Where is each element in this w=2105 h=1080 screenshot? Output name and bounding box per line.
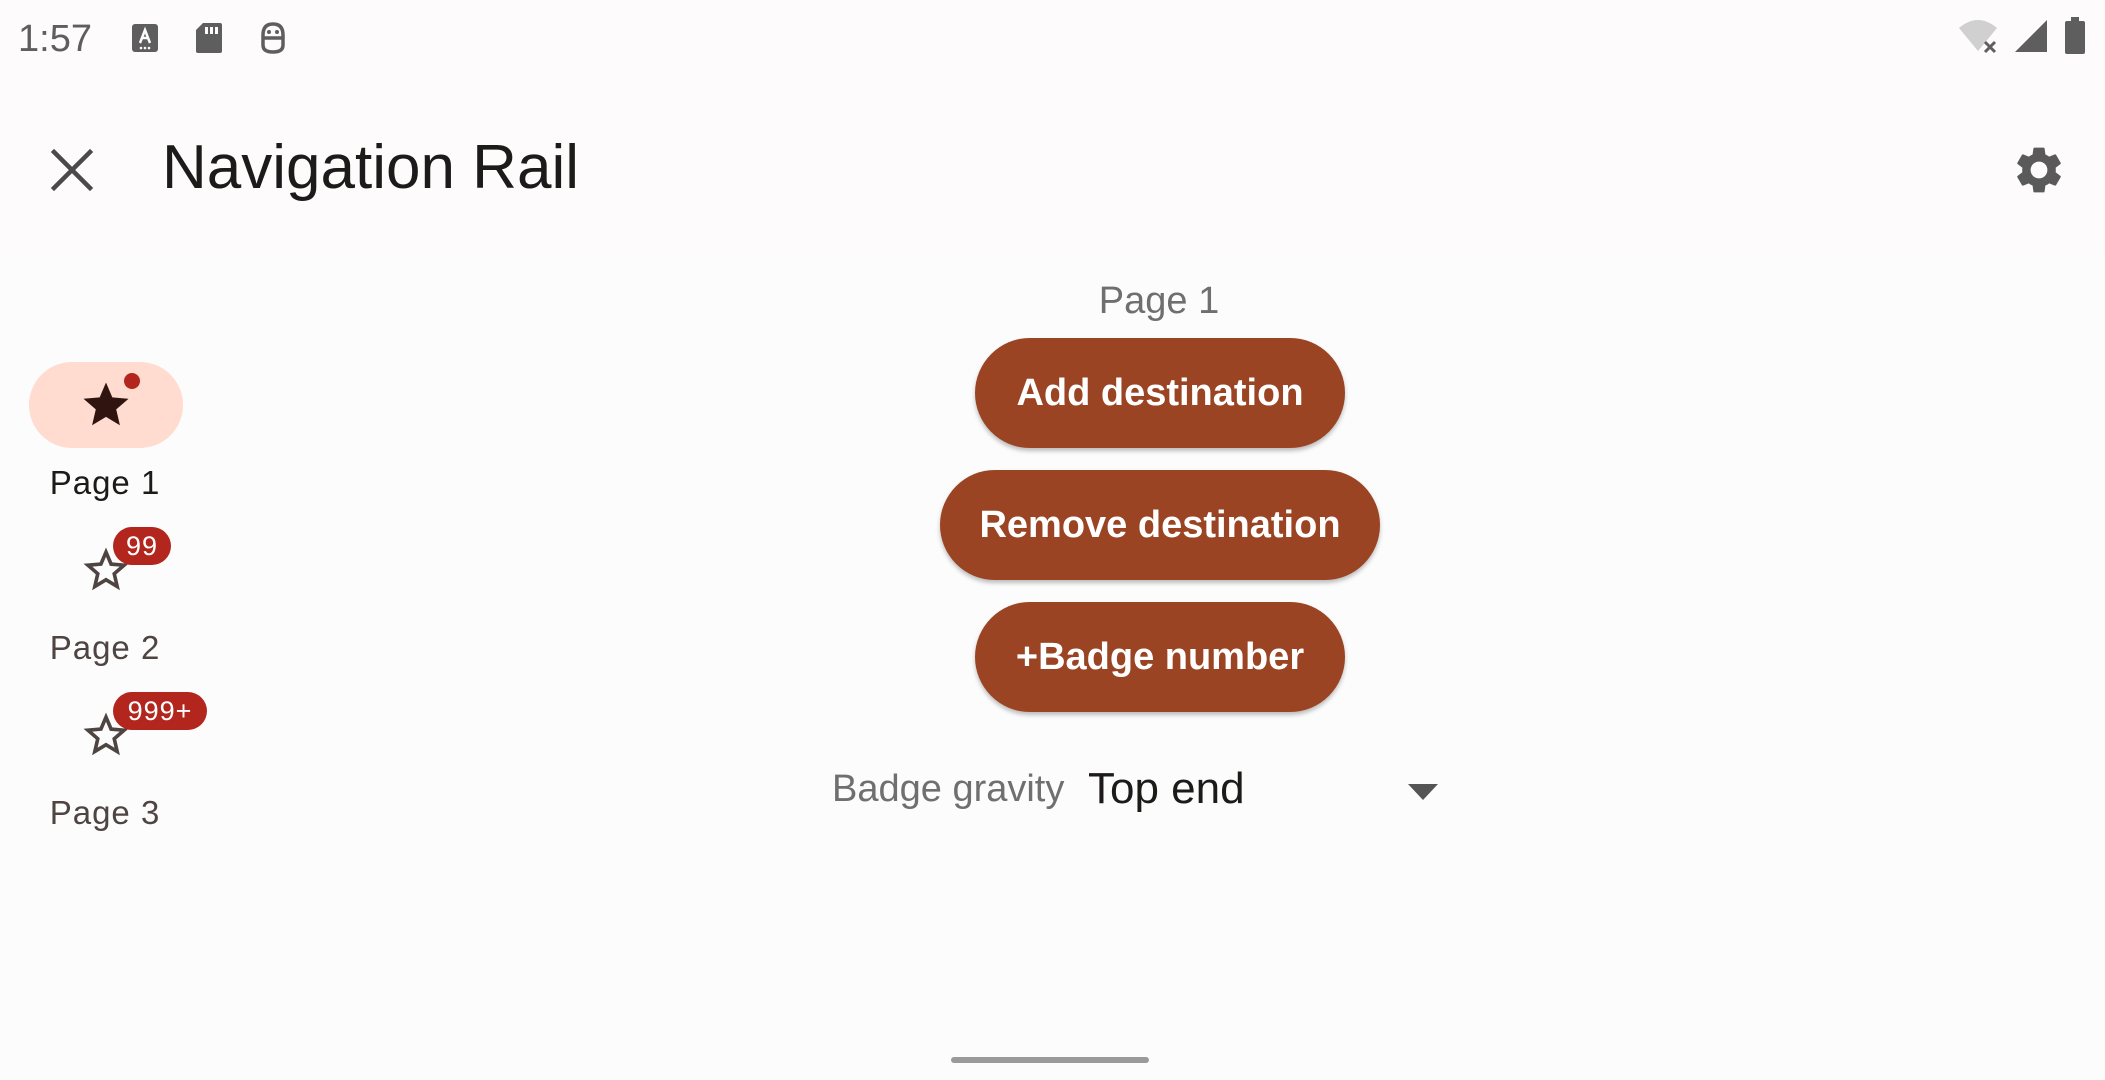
wifi-off-icon: [1957, 18, 1999, 54]
badge-number-button[interactable]: +Badge number: [975, 602, 1345, 712]
rail-item-page-3[interactable]: 999+ Page 3: [0, 692, 210, 842]
close-icon: [50, 148, 94, 192]
remove-destination-button[interactable]: Remove destination: [940, 470, 1380, 580]
rail-item-page-1[interactable]: Page 1: [0, 362, 210, 512]
status-left-icons: [128, 20, 290, 56]
top-app-bar: Navigation Rail: [0, 80, 2105, 252]
badge-gravity-label: Badge gravity: [832, 768, 1065, 810]
content-area: Page 1 99 Page 2 999+ Page 3 Page 1 Add …: [0, 252, 2105, 1080]
android-debug-icon: [256, 20, 290, 56]
close-button[interactable]: [34, 132, 110, 208]
page-title: Navigation Rail: [162, 133, 579, 202]
badge-dot: [124, 373, 140, 389]
rail-item-page-2[interactable]: 99 Page 2: [0, 527, 210, 677]
badge-count: 999+: [113, 692, 207, 730]
status-time: 1:57: [18, 18, 92, 60]
rail-item-label: Page 2: [49, 629, 161, 666]
home-indicator[interactable]: [951, 1057, 1149, 1063]
keyboard-a-icon: [128, 20, 162, 56]
cell-signal-icon: [2013, 18, 2049, 54]
rail-active-indicator: [29, 362, 183, 448]
badge-gravity-value[interactable]: Top end: [1088, 764, 1245, 814]
battery-icon: [2063, 17, 2087, 54]
app-screen: 1:57 Navigation Rail Page 1 99 Page 2 99…: [0, 0, 2105, 1080]
rail-item-label: Page 3: [49, 794, 161, 831]
current-page-label: Page 1: [1098, 280, 1220, 322]
gear-icon: [2017, 147, 2061, 193]
status-right-icons: [1957, 17, 2087, 54]
status-bar: 1:57: [0, 0, 2105, 80]
rail-item-label: Page 1: [49, 464, 161, 501]
settings-button[interactable]: [1999, 130, 2079, 210]
dropdown-arrow-icon[interactable]: [1406, 782, 1440, 802]
add-destination-button[interactable]: Add destination: [975, 338, 1345, 448]
badge-count: 99: [113, 527, 171, 565]
sd-card-icon: [192, 20, 226, 56]
